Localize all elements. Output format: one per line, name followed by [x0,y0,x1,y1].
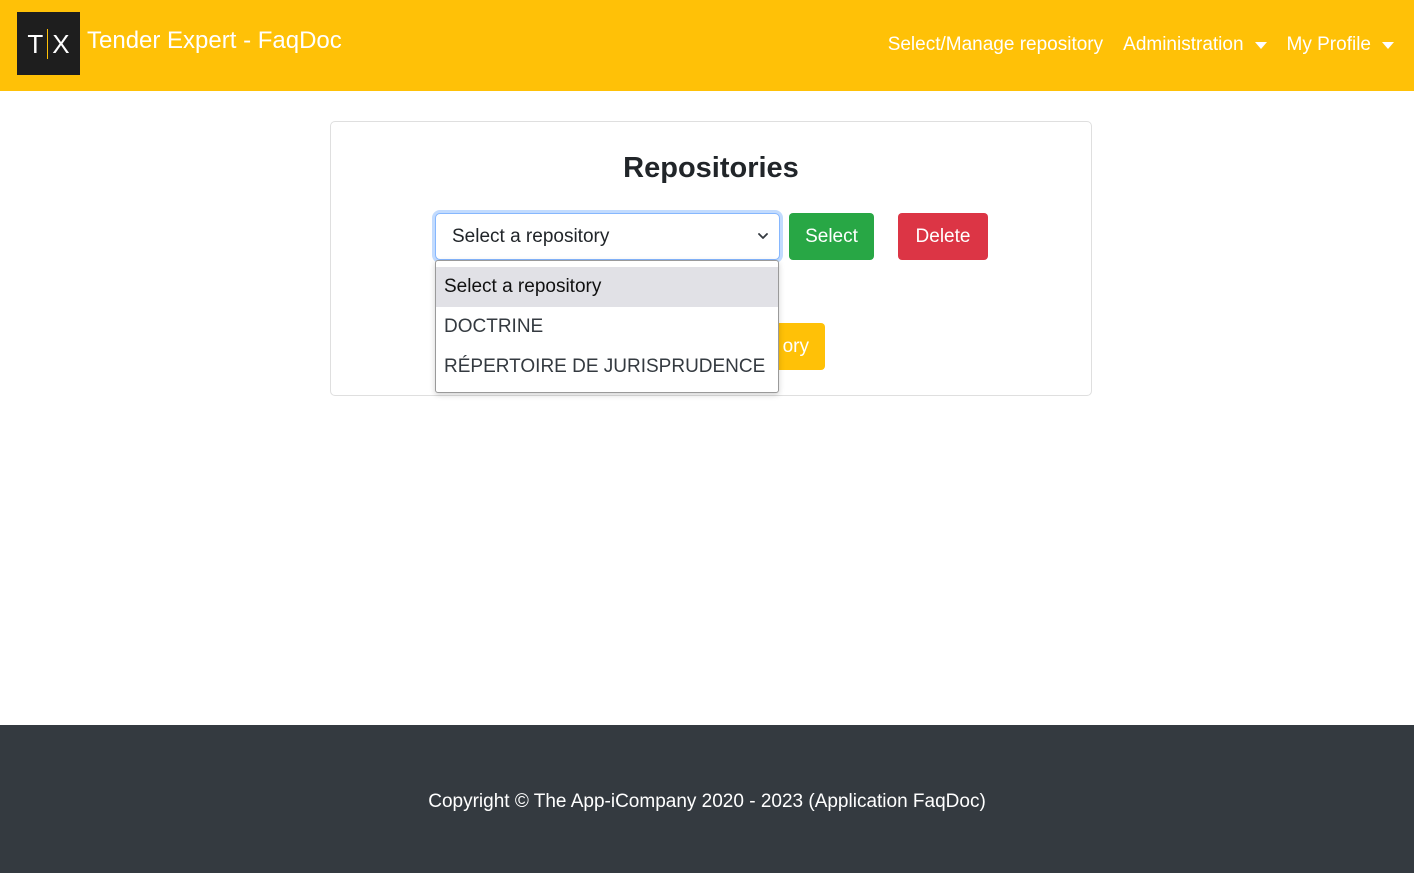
select-button[interactable]: Select [789,213,874,260]
repository-option[interactable]: Select a repository [436,267,778,307]
brand-title[interactable]: Tender Expert - FaqDoc [87,26,342,56]
repository-options-list: Select a repository DOCTRINE RÉPERTOIRE … [435,260,779,393]
logo-separator [47,28,49,59]
caret-down-icon [1382,41,1394,49]
logo-letter-t: T [27,28,44,59]
nav-item-label: Select/Manage repository [887,34,1104,55]
nav-item-label: My Profile [1286,34,1371,55]
page-footer: Copyright © The App-iCompany 2020 - 2023… [0,725,1414,873]
delete-button[interactable]: Delete [898,213,988,260]
page-title: Repositories [623,152,799,184]
main-nav: Select/Manage repository Administration … [868,31,1394,59]
repository-select-value: Select a repository [452,226,610,247]
repository-option[interactable]: RÉPERTOIRE DE JURISPRUDENCE [436,347,778,387]
chevron-down-icon [758,233,768,239]
tx-logo-icon[interactable]: T X [17,12,80,75]
nav-item-label: Administration [1123,34,1244,55]
nav-administration[interactable]: Administration [1123,31,1267,59]
repository-select[interactable]: Select a repository [435,213,780,260]
logo-letter-x: X [52,28,70,59]
repository-option[interactable]: DOCTRINE [436,307,778,347]
caret-down-icon [1254,41,1267,49]
top-navbar: T X Tender Expert - FaqDoc Select/Manage… [0,0,1414,91]
nav-my-profile[interactable]: My Profile [1287,31,1394,59]
copyright-text: Copyright © The App-iCompany 2020 - 2023… [428,791,986,812]
nav-select-manage-repository[interactable]: Select/Manage repository [888,31,1103,59]
